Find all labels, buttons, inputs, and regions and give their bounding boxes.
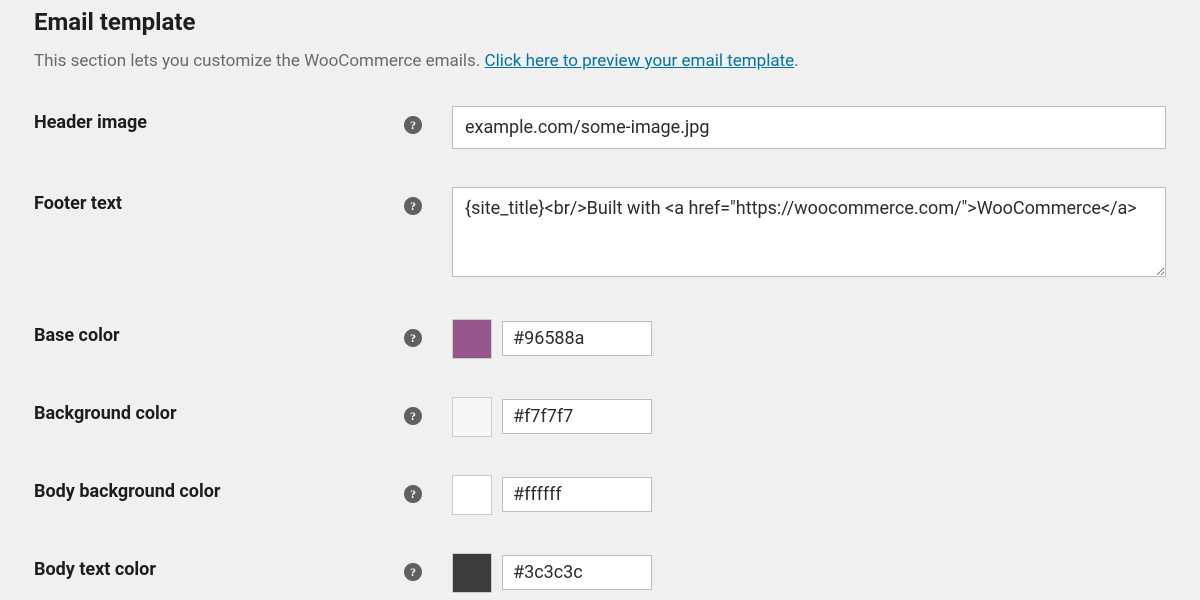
email-template-settings: Email template This section lets you cus…: [0, 0, 1200, 593]
row-body-background-color: Body background color ?: [34, 475, 1166, 515]
description-text: This section lets you customize the WooC…: [34, 51, 485, 71]
section-description: This section lets you customize the WooC…: [34, 50, 1166, 74]
body-background-color-input[interactable]: [502, 477, 652, 512]
row-footer-text: Footer text ?: [34, 187, 1166, 281]
label-header-image: Header image: [34, 106, 404, 133]
help-icon[interactable]: ?: [404, 197, 422, 215]
row-header-image: Header image ?: [34, 106, 1166, 149]
row-base-color: Base color ?: [34, 319, 1166, 359]
help-icon[interactable]: ?: [404, 116, 422, 134]
description-text-post: .: [794, 51, 798, 71]
background-color-input[interactable]: [502, 399, 652, 434]
body-text-color-input[interactable]: [502, 555, 652, 590]
help-icon[interactable]: ?: [404, 485, 422, 503]
label-background-color: Background color: [34, 397, 404, 424]
section-title: Email template: [34, 8, 1166, 36]
base-color-swatch[interactable]: [452, 319, 492, 359]
body-text-color-swatch[interactable]: [452, 553, 492, 593]
label-body-background-color: Body background color: [34, 475, 404, 502]
label-body-text-color: Body text color: [34, 553, 404, 580]
background-color-swatch[interactable]: [452, 397, 492, 437]
label-base-color: Base color: [34, 319, 404, 346]
row-background-color: Background color ?: [34, 397, 1166, 437]
help-icon[interactable]: ?: [404, 563, 422, 581]
row-body-text-color: Body text color ?: [34, 553, 1166, 593]
help-icon[interactable]: ?: [404, 407, 422, 425]
footer-text-textarea[interactable]: [452, 187, 1166, 277]
body-background-color-swatch[interactable]: [452, 475, 492, 515]
preview-email-link[interactable]: Click here to preview your email templat…: [485, 51, 795, 71]
label-footer-text: Footer text: [34, 187, 404, 214]
header-image-input[interactable]: [452, 106, 1166, 149]
base-color-input[interactable]: [502, 321, 652, 356]
help-icon[interactable]: ?: [404, 329, 422, 347]
